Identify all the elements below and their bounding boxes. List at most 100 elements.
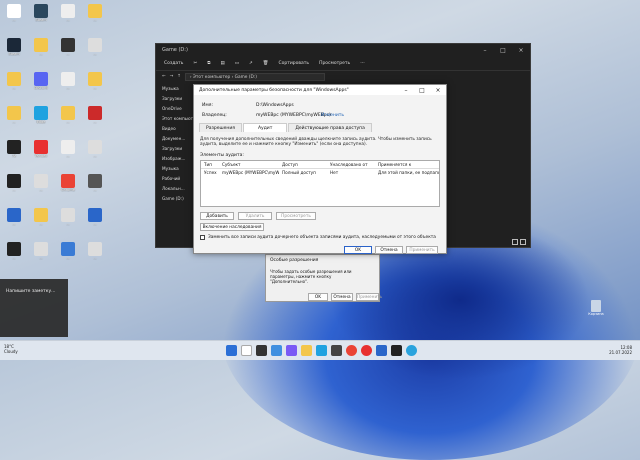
- edge-icon[interactable]: [316, 345, 327, 356]
- cut-icon[interactable]: ✂: [193, 61, 197, 66]
- view-button[interactable]: Просмотреть: [319, 61, 350, 66]
- desktop-icon[interactable]: ...: [83, 208, 107, 226]
- ok-button[interactable]: OK: [344, 246, 372, 254]
- nav-item[interactable]: Рабочий: [156, 174, 198, 184]
- sort-button[interactable]: Сортировать: [278, 61, 309, 66]
- maximize-icon[interactable]: □: [494, 47, 512, 54]
- nav-item[interactable]: Видео: [156, 124, 198, 134]
- tab-audit[interactable]: Аудит: [242, 123, 288, 132]
- minimize-icon[interactable]: –: [476, 47, 494, 54]
- desktop-icon[interactable]: Steam: [29, 4, 53, 22]
- desktop-icon[interactable]: ...: [56, 242, 80, 260]
- desktop-icon[interactable]: ...: [83, 38, 107, 56]
- desktop-icon[interactable]: ...: [56, 72, 80, 90]
- cancel-button[interactable]: Отмена: [375, 246, 403, 254]
- desktop-icon[interactable]: ...: [2, 174, 26, 192]
- desktop-icon[interactable]: ...: [29, 38, 53, 56]
- nav-item[interactable]: Изображ...: [156, 154, 198, 164]
- close-icon[interactable]: ×: [430, 87, 446, 94]
- system-tray[interactable]: 12:08 21.07.2022: [609, 345, 632, 355]
- desktop-icon[interactable]: Chrome: [56, 174, 80, 192]
- replace-child-entries-checkbox[interactable]: Заменить все записи аудита дочернего объ…: [200, 235, 436, 240]
- checkbox-box[interactable]: [200, 235, 205, 240]
- chrome-icon[interactable]: [346, 345, 357, 356]
- start-icon[interactable]: [226, 345, 237, 356]
- desktop-icon[interactable]: ...: [83, 174, 107, 192]
- col-type[interactable]: Тип: [201, 161, 219, 168]
- view-entry-button[interactable]: Просмотреть: [276, 212, 316, 220]
- desktop-icon[interactable]: ...: [29, 208, 53, 226]
- tab-effective-access[interactable]: Действующие права доступа: [288, 123, 372, 132]
- sticky-note-toast[interactable]: Напишите заметку...: [0, 279, 68, 337]
- tab-permissions[interactable]: Разрешения: [199, 123, 242, 132]
- desktop-icon[interactable]: ...: [83, 140, 107, 158]
- desktop-icon[interactable]: Edge: [29, 106, 53, 124]
- desktop-icon[interactable]: ...: [2, 242, 26, 260]
- store-icon[interactable]: [331, 345, 342, 356]
- new-button[interactable]: Создать: [164, 61, 183, 66]
- desktop-icon[interactable]: Discord: [29, 72, 53, 90]
- search-icon[interactable]: [241, 345, 252, 356]
- rename-icon[interactable]: ▭: [235, 61, 239, 66]
- change-owner-link[interactable]: Изменить: [321, 113, 344, 118]
- desktop-icon[interactable]: ...: [83, 4, 107, 22]
- desktop-icon[interactable]: ...: [56, 208, 80, 226]
- desktop-icon[interactable]: ...: [56, 4, 80, 22]
- weather-widget[interactable]: 18°C Cloudy: [4, 344, 18, 354]
- desktop-icon[interactable]: Steam: [2, 38, 26, 56]
- tiles-view-icon[interactable]: [520, 239, 526, 245]
- table-row[interactable]: Успех myWEBpc (MYWEBPC\myWEBpc) Полный д…: [201, 169, 439, 177]
- desktop-icon[interactable]: ...: [83, 106, 107, 124]
- photos-icon[interactable]: [376, 345, 387, 356]
- enable-inheritance-button[interactable]: Включение наследования: [200, 223, 264, 231]
- nav-item[interactable]: Музыка: [156, 84, 198, 94]
- audit-entries-table[interactable]: Тип Субъект Доступ Унаследовано от Приме…: [200, 160, 440, 207]
- col-principal[interactable]: Субъект: [219, 161, 279, 168]
- address-path[interactable]: › Этот компьютер › Game (D:): [184, 72, 325, 81]
- ok-button[interactable]: OK: [308, 293, 328, 301]
- desktop-icon[interactable]: Yandex: [29, 140, 53, 158]
- nav-item[interactable]: Музыка: [156, 164, 198, 174]
- widgets-icon[interactable]: [271, 345, 282, 356]
- nav-item[interactable]: Загрузки: [156, 94, 198, 104]
- recycle-bin[interactable]: Корзина: [586, 300, 606, 316]
- cancel-button[interactable]: Отмена: [331, 293, 353, 301]
- delete-icon[interactable]: 🗑: [263, 61, 269, 66]
- nav-item[interactable]: Докумен...: [156, 134, 198, 144]
- minimize-icon[interactable]: –: [398, 87, 414, 94]
- nav-item[interactable]: Этот компьютер: [156, 114, 198, 124]
- col-inherited[interactable]: Унаследовано от: [327, 161, 375, 168]
- col-applies-to[interactable]: Применяется к: [375, 161, 439, 168]
- up-icon[interactable]: ↑: [177, 74, 181, 79]
- file-explorer-icon[interactable]: [301, 345, 312, 356]
- desktop-icon[interactable]: ...: [29, 174, 53, 192]
- desktop-icon[interactable]: ...: [2, 4, 26, 22]
- desktop-icon[interactable]: ...: [2, 208, 26, 226]
- back-icon[interactable]: ←: [162, 74, 166, 79]
- copy-icon[interactable]: ⧉: [207, 60, 210, 66]
- desktop-icon[interactable]: ...: [56, 106, 80, 124]
- more-icon[interactable]: ⋯: [360, 61, 365, 66]
- chat-icon[interactable]: [286, 345, 297, 356]
- desktop-icon[interactable]: ...: [2, 106, 26, 124]
- nav-item[interactable]: Локальн...: [156, 184, 198, 194]
- telegram-icon[interactable]: [406, 345, 417, 356]
- apply-button[interactable]: Применить: [356, 293, 382, 301]
- forward-icon[interactable]: →: [170, 74, 174, 79]
- apply-button[interactable]: Применить: [406, 246, 438, 254]
- desktop-icon[interactable]: ...: [56, 38, 80, 56]
- desktop-icon[interactable]: ...: [56, 140, 80, 158]
- details-view-icon[interactable]: [512, 239, 518, 245]
- desktop-icon[interactable]: ...: [83, 242, 107, 260]
- nav-item[interactable]: OneDrive: [156, 104, 198, 114]
- maximize-icon[interactable]: □: [414, 87, 430, 94]
- desktop-icon[interactable]: 7z: [2, 140, 26, 158]
- add-button[interactable]: Добавить: [200, 212, 234, 220]
- nav-item[interactable]: Загрузки: [156, 144, 198, 154]
- nav-item[interactable]: Game (D:): [156, 194, 198, 204]
- col-access[interactable]: Доступ: [279, 161, 327, 168]
- desktop-icon[interactable]: ...: [29, 242, 53, 260]
- yandex-icon[interactable]: [361, 345, 372, 356]
- share-icon[interactable]: ↗: [249, 61, 253, 66]
- desktop-icon[interactable]: ...: [2, 72, 26, 90]
